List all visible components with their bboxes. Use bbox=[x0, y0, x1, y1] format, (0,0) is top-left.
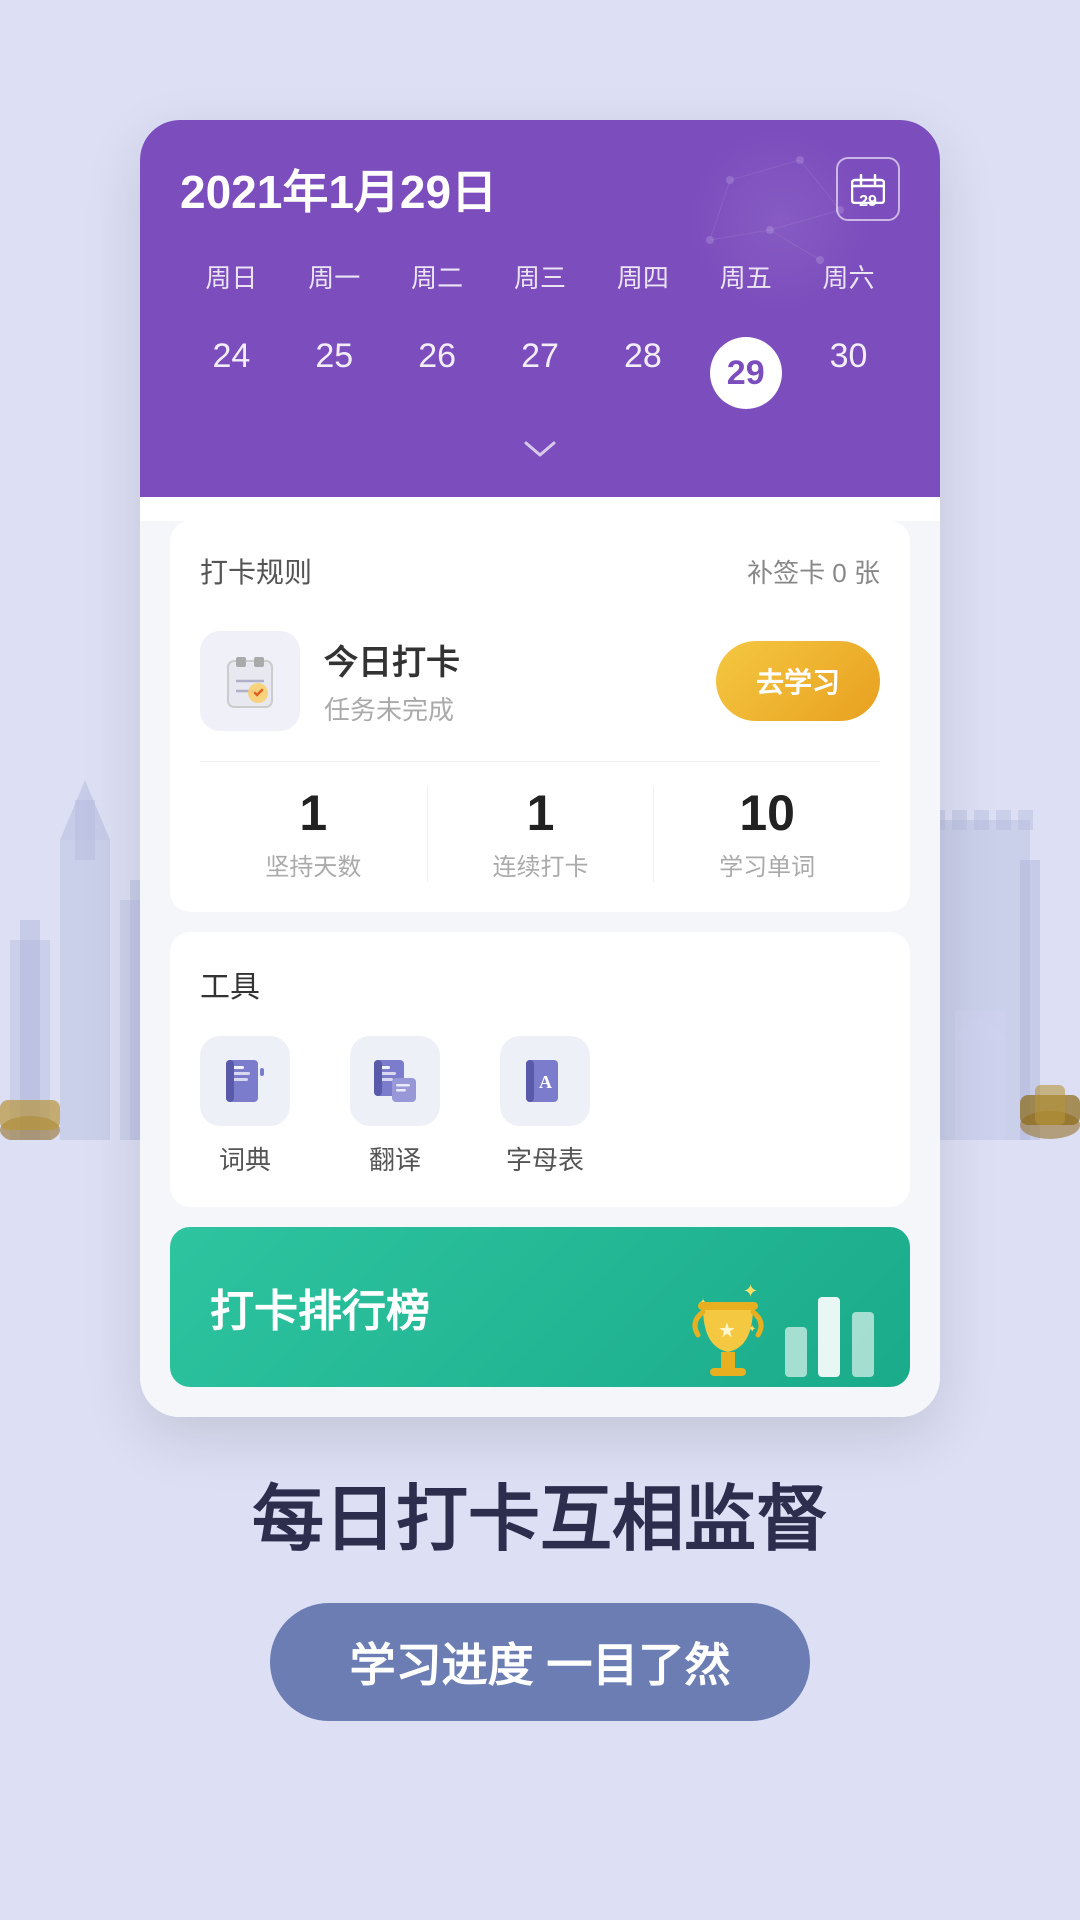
tool-label-alphabet: 字母表 bbox=[506, 1140, 584, 1177]
today-checkin-title: 今日打卡 bbox=[324, 635, 460, 684]
svg-text:★: ★ bbox=[718, 1320, 736, 1342]
date-29-active[interactable]: 29 bbox=[694, 323, 797, 423]
date-25[interactable]: 25 bbox=[283, 323, 386, 423]
ranking-decoration: ✦ ✦ ✦ ★ bbox=[688, 1277, 880, 1387]
stats-row: 1 坚持天数 1 连续打卡 10 学习单词 bbox=[200, 761, 880, 882]
weekday-tue: 周二 bbox=[386, 250, 489, 303]
tool-label-dictionary: 词典 bbox=[219, 1140, 271, 1177]
study-button[interactable]: 去学习 bbox=[716, 641, 880, 721]
calendar-date-title: 2021年1月29日 bbox=[180, 156, 497, 222]
sub-slogan-button[interactable]: 学习进度 一目了然 bbox=[270, 1603, 811, 1721]
alphabet-icon-wrap: A bbox=[500, 1036, 590, 1126]
date-26[interactable]: 26 bbox=[386, 323, 489, 423]
dictionary-icon-wrap bbox=[200, 1036, 290, 1126]
date-24[interactable]: 24 bbox=[180, 323, 283, 423]
stat-label-1: 连续打卡 bbox=[428, 847, 654, 882]
weekday-wed: 周三 bbox=[489, 250, 592, 303]
phone-card: 2021年1月29日 29 周日 周一 周二 周三 周四 周五 周六 24 25 bbox=[140, 120, 940, 1417]
stat-consecutive: 1 连续打卡 bbox=[427, 786, 654, 882]
stat-num-2: 10 bbox=[654, 786, 880, 841]
active-date-circle: 29 bbox=[710, 337, 782, 409]
calendar-icon-button[interactable]: 29 bbox=[836, 157, 900, 221]
bottom-section: 每日打卡互相监督 学习进度 一目了然 bbox=[192, 1477, 888, 1801]
svg-text:✦: ✦ bbox=[743, 1281, 758, 1301]
tool-translate[interactable]: 翻译 bbox=[350, 1036, 440, 1177]
stat-num-0: 1 bbox=[200, 786, 427, 841]
supplement-text: 补签卡 0 张 bbox=[747, 553, 880, 590]
stat-persist-days: 1 坚持天数 bbox=[200, 786, 427, 882]
translate-icon-wrap bbox=[350, 1036, 440, 1126]
date-27[interactable]: 27 bbox=[489, 323, 592, 423]
stat-words: 10 学习单词 bbox=[653, 786, 880, 882]
main-slogan: 每日打卡互相监督 bbox=[252, 1477, 828, 1563]
weekday-sun: 周日 bbox=[180, 250, 283, 303]
svg-text:A: A bbox=[539, 1072, 552, 1092]
tool-dictionary[interactable]: 词典 bbox=[200, 1036, 290, 1177]
date-30[interactable]: 30 bbox=[797, 323, 900, 423]
stat-num-1: 1 bbox=[428, 786, 654, 841]
content-area: 打卡规则 补签卡 0 张 bbox=[140, 521, 940, 1417]
tools-title: 工具 bbox=[200, 962, 880, 1006]
stat-label-0: 坚持天数 bbox=[200, 847, 427, 882]
checkin-rule-title: 打卡规则 bbox=[200, 551, 312, 591]
weekday-thu: 周四 bbox=[591, 250, 694, 303]
tools-card: 工具 词典 bbox=[170, 932, 910, 1207]
calendar-icon-day: 29 bbox=[859, 193, 877, 211]
tool-label-translate: 翻译 bbox=[369, 1140, 421, 1177]
ranking-title: 打卡排行榜 bbox=[210, 1275, 430, 1339]
tools-grid: 词典 bbox=[200, 1036, 880, 1177]
ranking-banner[interactable]: 打卡排行榜 ✦ ✦ ✦ ★ bbox=[170, 1227, 910, 1387]
checkin-icon bbox=[200, 631, 300, 731]
weekday-mon: 周一 bbox=[283, 250, 386, 303]
task-status: 任务未完成 bbox=[324, 690, 460, 727]
stat-label-2: 学习单词 bbox=[654, 847, 880, 882]
tool-alphabet[interactable]: A 字母表 bbox=[500, 1036, 590, 1177]
date-28[interactable]: 28 bbox=[591, 323, 694, 423]
dates-row: 24 25 26 27 28 29 30 bbox=[180, 323, 900, 423]
calendar-chevron[interactable] bbox=[180, 433, 900, 477]
checkin-card: 打卡规则 补签卡 0 张 bbox=[170, 521, 910, 912]
calendar-header: 2021年1月29日 29 周日 周一 周二 周三 周四 周五 周六 24 25 bbox=[140, 120, 940, 497]
